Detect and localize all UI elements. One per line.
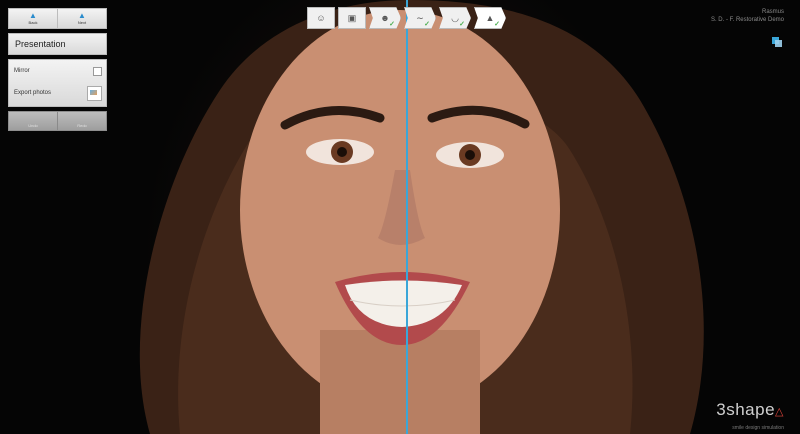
export-photos-icon[interactable] — [87, 85, 102, 101]
brand-tagline: smile design simulation — [732, 425, 784, 431]
layers-icon[interactable] — [772, 37, 782, 47]
face-icon: ☺ — [316, 13, 326, 23]
step-face-button[interactable]: ☺ — [307, 7, 335, 29]
back-button[interactable]: ▲ Back — [9, 9, 58, 28]
case-name: S. D. - F. Restorative Demo — [710, 17, 784, 23]
step-photo-button[interactable]: ▣ — [338, 7, 366, 29]
mirror-option[interactable]: Mirror — [9, 60, 106, 82]
next-button[interactable]: ▲ Next — [58, 9, 106, 28]
check-icon: ✓ — [389, 21, 395, 28]
next-label: Next — [77, 20, 87, 25]
smile-icon: ◡ — [451, 12, 459, 23]
photo-icon: ▣ — [347, 12, 357, 23]
history-bar: Undo Redo — [8, 111, 107, 131]
check-icon: ✓ — [424, 21, 430, 28]
facial-midline[interactable] — [406, 0, 408, 434]
panel-title: Presentation — [8, 33, 107, 55]
arrow-up-icon: ▲ — [78, 11, 86, 20]
mirror-label: Mirror — [14, 68, 30, 74]
mirror-checkbox[interactable] — [93, 66, 102, 76]
teeth-line-icon: ∼ — [416, 12, 424, 23]
nav-bar: ▲ Back ▲ Next — [8, 8, 107, 29]
case-info: Rasmus S. D. - F. Restorative Demo — [711, 8, 784, 24]
back-label: Back — [28, 20, 38, 25]
step-tooth-button[interactable]: ▲ ✓ — [474, 7, 506, 29]
options-panel: Mirror Export photos — [8, 59, 107, 107]
check-icon: ✓ — [459, 21, 465, 28]
step-face-profile-button[interactable]: ☻ ✓ — [369, 7, 401, 29]
undo-button[interactable]: Undo — [9, 112, 58, 130]
brand-name: 3shape — [716, 400, 776, 419]
tooth-icon: ▲ — [485, 13, 495, 23]
arrow-up-icon: ▲ — [29, 11, 37, 20]
redo-button[interactable]: Redo — [58, 112, 106, 130]
step-smile-button[interactable]: ◡ ✓ — [439, 7, 471, 29]
user-name: Rasmus — [761, 9, 784, 15]
check-icon: ✓ — [494, 21, 500, 28]
step-teeth-line-button[interactable]: ∼ ✓ — [404, 7, 436, 29]
face-photo[interactable] — [0, 0, 800, 434]
brand-logo: 3shape△ — [716, 400, 784, 420]
triangle-icon: △ — [775, 406, 784, 418]
export-photos-label: Export photos — [14, 90, 52, 96]
export-photos-option[interactable]: Export photos — [9, 82, 106, 104]
workflow-toolbar: ☺ ▣ ☻ ✓ ∼ ✓ ◡ ✓ ▲ ✓ — [307, 7, 506, 29]
